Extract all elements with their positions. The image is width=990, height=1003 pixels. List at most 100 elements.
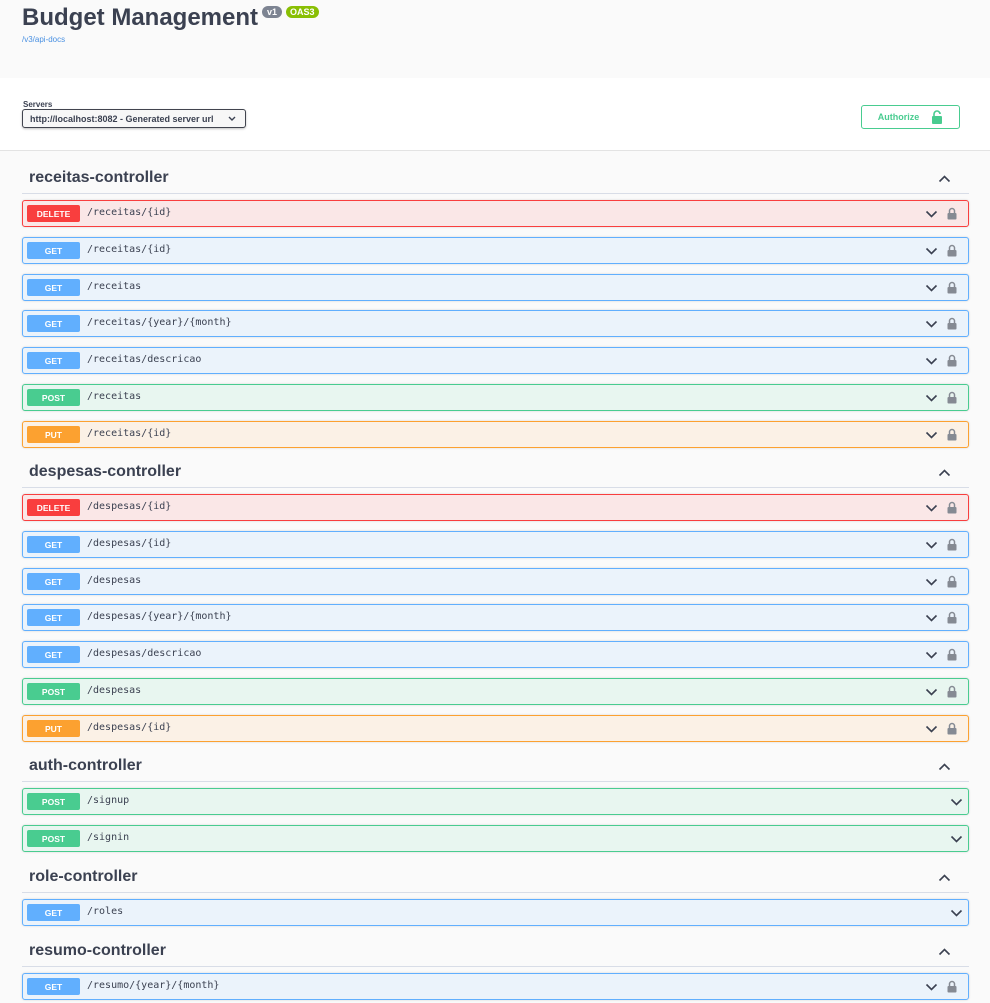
version-badge: v1 [262,6,283,18]
operation-get[interactable]: GET/receitas [22,274,969,301]
operation-post[interactable]: POST/despesas [22,678,969,705]
operation-get[interactable]: GET/resumo/{year}/{month} [22,973,969,1000]
lock-icon[interactable] [947,538,957,551]
tag-header-receitas-controller[interactable]: receitas-controller [22,163,969,194]
operation-delete[interactable]: DELETE/receitas/{id} [22,200,969,227]
tag-header-resumo-controller[interactable]: resumo-controller [22,936,969,967]
method-badge: GET [27,904,80,921]
operation-delete[interactable]: DELETE/despesas/{id} [22,494,969,521]
method-badge: DELETE [27,205,80,222]
chevron-down-icon [925,688,938,696]
tag-name: role-controller [29,868,138,885]
title-row: Budget Management v1 OAS3 [22,4,319,32]
operation-path: /receitas/{year}/{month} [87,317,232,328]
chevron-up-icon [938,948,951,956]
lock-icon[interactable] [947,391,957,404]
method-badge: PUT [27,720,80,737]
operation-put[interactable]: PUT/receitas/{id} [22,421,969,448]
lock-icon[interactable] [947,685,957,698]
lock-icon[interactable] [947,575,957,588]
chevron-down-icon [925,578,938,586]
operation-get[interactable]: GET/despesas/{year}/{month} [22,604,969,631]
chevron-down-icon [925,247,938,255]
tag-header-auth-controller[interactable]: auth-controller [22,751,969,782]
chevron-down-icon [228,116,236,121]
operation-path: /receitas [87,391,142,402]
operation-path: /receitas/{id} [87,428,172,439]
operation-post[interactable]: POST/signup [22,788,969,815]
operation-path: /despesas [87,685,142,696]
page-title: Budget Management [22,4,259,31]
operation-path: /resumo/{year}/{month} [87,980,220,991]
operation-path: /receitas [87,281,142,292]
lock-icon[interactable] [947,317,957,330]
tag-name: despesas-controller [29,463,182,480]
chevron-down-icon [925,983,938,991]
operation-get[interactable]: GET/despesas [22,568,969,595]
lock-icon[interactable] [947,648,957,661]
operation-path: /roles [87,906,124,917]
chevron-up-icon [938,874,951,882]
operation-path: /despesas/descricao [87,648,202,659]
method-badge: GET [27,242,80,259]
chevron-down-icon [925,651,938,659]
api-docs-link[interactable]: /v3/api-docs [22,35,65,44]
operation-get[interactable]: GET/despesas/descricao [22,641,969,668]
method-badge: GET [27,609,80,626]
chevron-down-icon [925,394,938,402]
chevron-down-icon [925,614,938,622]
method-badge: PUT [27,426,80,443]
lock-icon[interactable] [947,428,957,441]
chevron-down-icon [925,431,938,439]
lock-icon[interactable] [947,281,957,294]
chevron-down-icon [925,357,938,365]
chevron-up-icon [938,175,951,183]
operation-path: /receitas/{id} [87,244,172,255]
lock-icon[interactable] [947,354,957,367]
servers-select[interactable]: http://localhost:8082 - Generated server… [22,109,246,128]
chevron-up-icon [938,763,951,771]
lock-icon[interactable] [947,722,957,735]
operation-path: /despesas/{year}/{month} [87,611,232,622]
method-badge: GET [27,646,80,663]
chevron-down-icon [950,798,963,806]
operation-path: /receitas/descricao [87,354,202,365]
operation-path: /despesas/{id} [87,501,172,512]
servers-label: Servers [23,100,53,109]
operation-get[interactable]: GET/despesas/{id} [22,531,969,558]
lock-icon[interactable] [947,244,957,257]
method-badge: GET [27,978,80,995]
lock-icon[interactable] [947,980,957,993]
authorize-button[interactable]: Authorize [861,105,960,129]
method-badge: POST [27,830,80,847]
scheme-container: Servers http://localhost:8082 - Generate… [0,78,990,151]
operation-get[interactable]: GET/receitas/{id} [22,237,969,264]
method-badge: GET [27,315,80,332]
lock-icon[interactable] [947,501,957,514]
operation-get[interactable]: GET/roles [22,899,969,926]
servers-select-value: http://localhost:8082 - Generated server… [30,113,214,124]
operation-get[interactable]: GET/receitas/descricao [22,347,969,374]
operation-post[interactable]: POST/signin [22,825,969,852]
operation-post[interactable]: POST/receitas [22,384,969,411]
authorize-label: Authorize [877,112,920,122]
chevron-down-icon [950,835,963,843]
method-badge: GET [27,573,80,590]
method-badge: GET [27,536,80,553]
unlock-icon [932,110,943,124]
chevron-down-icon [925,320,938,328]
tag-name: receitas-controller [29,169,169,186]
operation-put[interactable]: PUT/despesas/{id} [22,715,969,742]
chevron-down-icon [925,504,938,512]
lock-icon[interactable] [947,611,957,624]
lock-icon[interactable] [947,207,957,220]
method-badge: POST [27,683,80,700]
operation-path: /despesas/{id} [87,722,172,733]
tag-header-despesas-controller[interactable]: despesas-controller [22,457,969,488]
operation-get[interactable]: GET/receitas/{year}/{month} [22,310,969,337]
tag-name: auth-controller [29,757,142,774]
chevron-down-icon [925,210,938,218]
tag-header-role-controller[interactable]: role-controller [22,862,969,893]
chevron-up-icon [938,469,951,477]
chevron-down-icon [925,725,938,733]
